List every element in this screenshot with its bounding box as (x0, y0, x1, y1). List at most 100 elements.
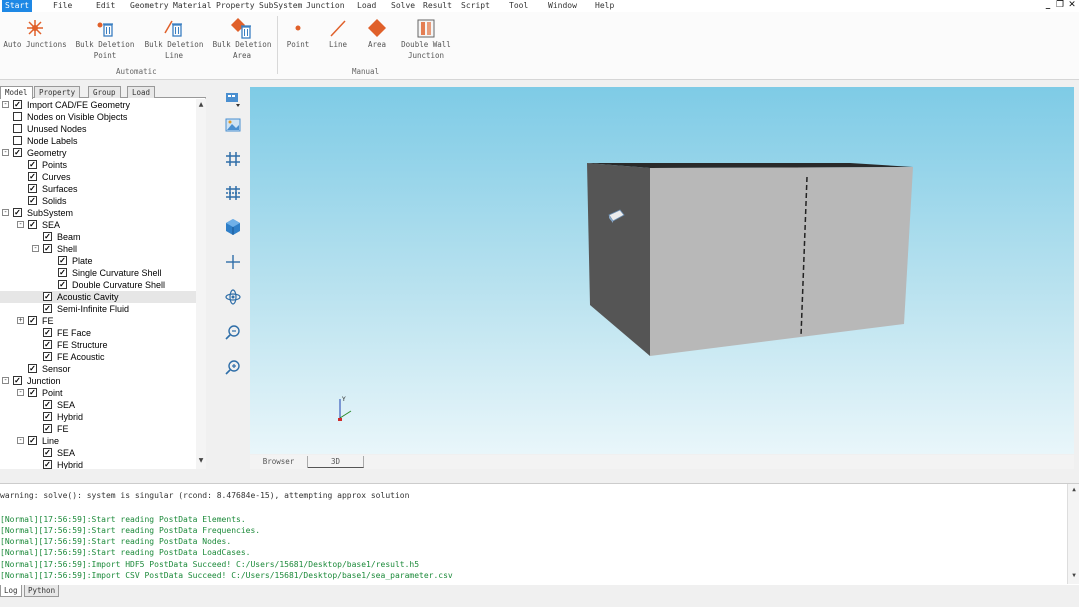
menu-result[interactable]: Result (423, 0, 452, 12)
expand-icon[interactable]: + (17, 317, 24, 324)
tree-checkbox[interactable]: ✓ (43, 400, 52, 409)
menu-window[interactable]: Window (548, 0, 577, 12)
tree-checkbox[interactable]: ✓ (58, 280, 67, 289)
collapse-icon[interactable]: - (17, 437, 24, 444)
tree-checkbox[interactable]: ✓ (58, 268, 67, 277)
tree-checkbox[interactable]: ✓ (43, 412, 52, 421)
tree-item[interactable]: + ✓ FE (0, 315, 196, 327)
tree-checkbox[interactable]: ✓ (43, 304, 52, 313)
tree-item[interactable]: ✓ SEA (0, 447, 196, 459)
tree-item[interactable]: ✓ Plate (0, 255, 196, 267)
log-scroll-down-icon[interactable]: ▼ (1070, 572, 1078, 580)
menu-material[interactable]: Material (173, 0, 212, 12)
tree-checkbox[interactable]: ✓ (43, 448, 52, 457)
tree-item[interactable]: ✓ Hybrid (0, 411, 196, 423)
tree-item[interactable]: ✓ Single Curvature Shell (0, 267, 196, 279)
tree-checkbox[interactable]: ✓ (58, 256, 67, 265)
tree-checkbox[interactable]: ✓ (43, 328, 52, 337)
tree-item[interactable]: ✓ FE Acoustic (0, 351, 196, 363)
menu-property[interactable]: Property (216, 0, 255, 12)
menu-tool[interactable]: Tool (509, 0, 528, 12)
bulk-deletion-point-button[interactable]: Bulk Deletion Point (72, 17, 138, 61)
tree-item[interactable]: ✓ Points (0, 159, 196, 171)
point-button[interactable]: Point (282, 17, 314, 50)
menu-solve[interactable]: Solve (391, 0, 415, 12)
tab-model[interactable]: Model (0, 86, 33, 99)
line-button[interactable]: Line (322, 17, 354, 50)
tab-log[interactable]: Log (0, 585, 22, 597)
tree-item[interactable]: - ✓ Import CAD/FE Geometry (0, 99, 196, 111)
rotate-icon[interactable] (224, 288, 242, 306)
tree-item[interactable]: ✓ Surfaces (0, 183, 196, 195)
restore-button[interactable]: ❐ (1055, 0, 1065, 11)
tree-checkbox[interactable]: ✓ (43, 244, 52, 253)
tree-item[interactable]: Nodes on Visible Objects (0, 111, 196, 123)
tree-item[interactable]: ✓ Curves (0, 171, 196, 183)
collapse-icon[interactable]: - (2, 209, 9, 216)
tree-checkbox[interactable]: ✓ (28, 172, 37, 181)
3d-viewport[interactable]: Y (250, 87, 1074, 454)
tree-checkbox[interactable]: ✓ (43, 340, 52, 349)
grid-icon[interactable] (224, 150, 242, 168)
tree-item[interactable]: Unused Nodes (0, 123, 196, 135)
tree-checkbox[interactable] (13, 136, 22, 145)
tree-checkbox[interactable]: ✓ (13, 208, 22, 217)
image-icon[interactable] (224, 116, 242, 134)
menu-file[interactable]: File (53, 0, 72, 12)
tree-item[interactable]: ✓ Hybrid (0, 459, 196, 469)
tree-item[interactable]: ✓ SEA (0, 399, 196, 411)
tab-3d[interactable]: 3D (308, 456, 364, 468)
collapse-icon[interactable]: - (32, 245, 39, 252)
menu-help[interactable]: Help (595, 0, 614, 12)
tree-item[interactable]: - ✓ SEA (0, 219, 196, 231)
tree-checkbox[interactable]: ✓ (28, 184, 37, 193)
menu-geometry[interactable]: Geometry (130, 0, 169, 12)
tree-item[interactable]: ✓ Semi-Infinite Fluid (0, 303, 196, 315)
tree-checkbox[interactable]: ✓ (28, 196, 37, 205)
zoom-in-icon[interactable] (224, 358, 242, 376)
menu-subsystem[interactable]: SubSystem (259, 0, 302, 12)
tree-checkbox[interactable]: ✓ (28, 220, 37, 229)
close-button[interactable]: ✕ (1067, 0, 1077, 11)
tree-checkbox[interactable]: ✓ (13, 376, 22, 385)
tab-group[interactable]: Group (88, 86, 121, 98)
menu-start[interactable]: Start (2, 0, 33, 12)
tree-item[interactable]: ✓ FE Structure (0, 339, 196, 351)
tree-checkbox[interactable]: ✓ (43, 292, 52, 301)
tree-item[interactable]: - ✓ Line (0, 435, 196, 447)
tree-item[interactable]: ✓ Sensor (0, 363, 196, 375)
view-select-icon[interactable] (224, 90, 242, 108)
tree-scrollbar[interactable]: ▲ ▼ (196, 99, 206, 469)
double-wall-junction-button[interactable]: Double Wall Junction (398, 17, 454, 61)
tab-browser[interactable]: Browser (250, 456, 308, 468)
menu-load[interactable]: Load (357, 0, 376, 12)
zoom-out-icon[interactable] (224, 323, 242, 341)
menu-script[interactable]: Script (461, 0, 490, 12)
collapse-icon[interactable]: - (17, 221, 24, 228)
minimize-button[interactable]: _ (1043, 0, 1053, 11)
tree-item[interactable]: - ✓ Shell (0, 243, 196, 255)
collapse-icon[interactable]: - (2, 149, 9, 156)
tree-checkbox[interactable]: ✓ (13, 100, 22, 109)
grid-alt-icon[interactable] (224, 184, 242, 202)
collapse-icon[interactable]: - (2, 377, 9, 384)
tab-load[interactable]: Load (127, 86, 156, 98)
menu-junction[interactable]: Junction (306, 0, 345, 12)
menu-edit[interactable]: Edit (96, 0, 115, 12)
tree-item[interactable]: ✓ Acoustic Cavity (0, 291, 196, 303)
tree-checkbox[interactable]: ✓ (28, 316, 37, 325)
tree-item[interactable]: ✓ Double Curvature Shell (0, 279, 196, 291)
tree-item[interactable]: ✓ FE Face (0, 327, 196, 339)
tab-property[interactable]: Property (34, 86, 81, 98)
bulk-deletion-area-button[interactable]: Bulk Deletion Area (209, 17, 275, 61)
tree-item[interactable]: - ✓ Junction (0, 375, 196, 387)
area-button[interactable]: Area (361, 17, 393, 50)
tree-checkbox[interactable]: ✓ (43, 352, 52, 361)
tree-checkbox[interactable] (13, 124, 22, 133)
tab-python[interactable]: Python (24, 585, 60, 597)
tree-item[interactable]: Node Labels (0, 135, 196, 147)
tree-checkbox[interactable]: ✓ (28, 388, 37, 397)
tree-checkbox[interactable]: ✓ (43, 460, 52, 469)
collapse-icon[interactable]: - (17, 389, 24, 396)
tree-item[interactable]: ✓ Solids (0, 195, 196, 207)
